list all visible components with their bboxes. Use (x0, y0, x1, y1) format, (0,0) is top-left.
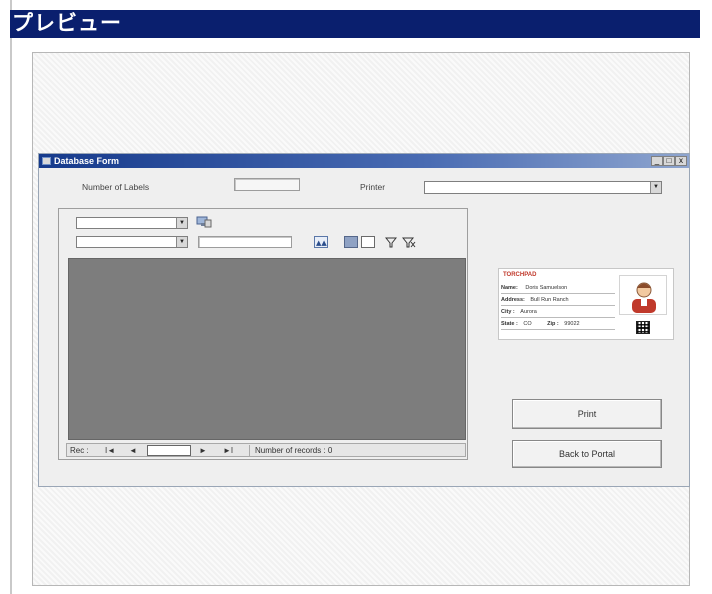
filter-text-input[interactable] (198, 236, 292, 248)
svg-text:▲▲: ▲▲ (316, 239, 327, 247)
card-state-row: State : CO Zip : 99022 (501, 319, 615, 330)
card-zip-value: 99022 (564, 321, 580, 327)
card-address-label: Address: (501, 297, 525, 303)
chevron-down-icon[interactable]: ▼ (176, 237, 187, 247)
preview-title: プレビュー (10, 10, 700, 38)
number-of-labels-label: Number of Labels (82, 182, 150, 192)
card-name-row: Name: Doris Samuelson (501, 283, 615, 294)
clear-filter-icon[interactable] (402, 236, 416, 248)
chevron-down-icon[interactable]: ▼ (176, 218, 187, 228)
current-record-input[interactable] (147, 445, 191, 456)
avatar (619, 275, 667, 315)
preview-window: プレビュー Database Form _ □ x Number of Labe… (0, 0, 712, 594)
card-city-value: Aurora (520, 309, 537, 315)
label-preview-card: TORCHPAD Name: Doris Samuelson Address: … (498, 268, 674, 340)
card-city-row: City : Aurora (501, 307, 615, 318)
database-form-title: Database Form (54, 156, 120, 166)
card-logo: TORCHPAD (503, 272, 537, 278)
number-of-labels-input[interactable] (234, 178, 300, 191)
last-record-icon[interactable]: ►I (223, 445, 233, 457)
number-of-records-label: Number of records : 0 (255, 446, 333, 455)
navigator-divider (249, 445, 250, 456)
card-state-value: CO (523, 321, 532, 327)
records-grid[interactable] (68, 258, 466, 440)
card-address-value: Bull Run Ranch (530, 297, 569, 303)
preview-left-border (10, 0, 12, 594)
card-state-label: State : (501, 321, 518, 327)
database-form-titlebar[interactable]: Database Form _ □ x (39, 154, 689, 168)
printer-label: Printer (360, 182, 386, 192)
card-address-row: Address: Bull Run Ranch (501, 295, 615, 306)
back-to-portal-button[interactable]: Back to Portal (512, 440, 662, 468)
minimize-button[interactable]: _ (651, 156, 663, 166)
form-window-icon (42, 157, 51, 165)
record-navigator: Rec : I◄ ◄ ► ►I Number of records : 0 (66, 443, 466, 457)
close-button[interactable]: x (675, 156, 687, 166)
database-connect-icon[interactable] (196, 215, 212, 229)
card-city-label: City : (501, 309, 515, 315)
card-name-value: Doris Samuelson (525, 285, 568, 291)
card-zip-label: Zip : (547, 321, 559, 327)
find-icon[interactable]: ▲▲ (314, 236, 328, 248)
chevron-down-icon[interactable]: ▼ (650, 182, 661, 193)
first-record-icon[interactable]: I◄ (105, 445, 115, 457)
previous-record-icon[interactable]: ◄ (129, 445, 137, 457)
grid-view-icon[interactable] (344, 236, 358, 248)
filter-field-select-1[interactable]: ▼ (76, 217, 188, 229)
person-icon (632, 282, 656, 313)
card-name-label: Name: (501, 285, 518, 291)
rec-label: Rec : (70, 446, 89, 455)
print-button[interactable]: Print (512, 399, 662, 429)
form-view-icon[interactable] (361, 236, 375, 248)
printer-select[interactable]: ▼ (424, 181, 662, 194)
maximize-button[interactable]: □ (663, 156, 675, 166)
filter-field-select-2[interactable]: ▼ (76, 236, 188, 248)
filter-icon[interactable] (385, 236, 397, 248)
qr-code-icon (636, 321, 650, 334)
next-record-icon[interactable]: ► (199, 445, 207, 457)
